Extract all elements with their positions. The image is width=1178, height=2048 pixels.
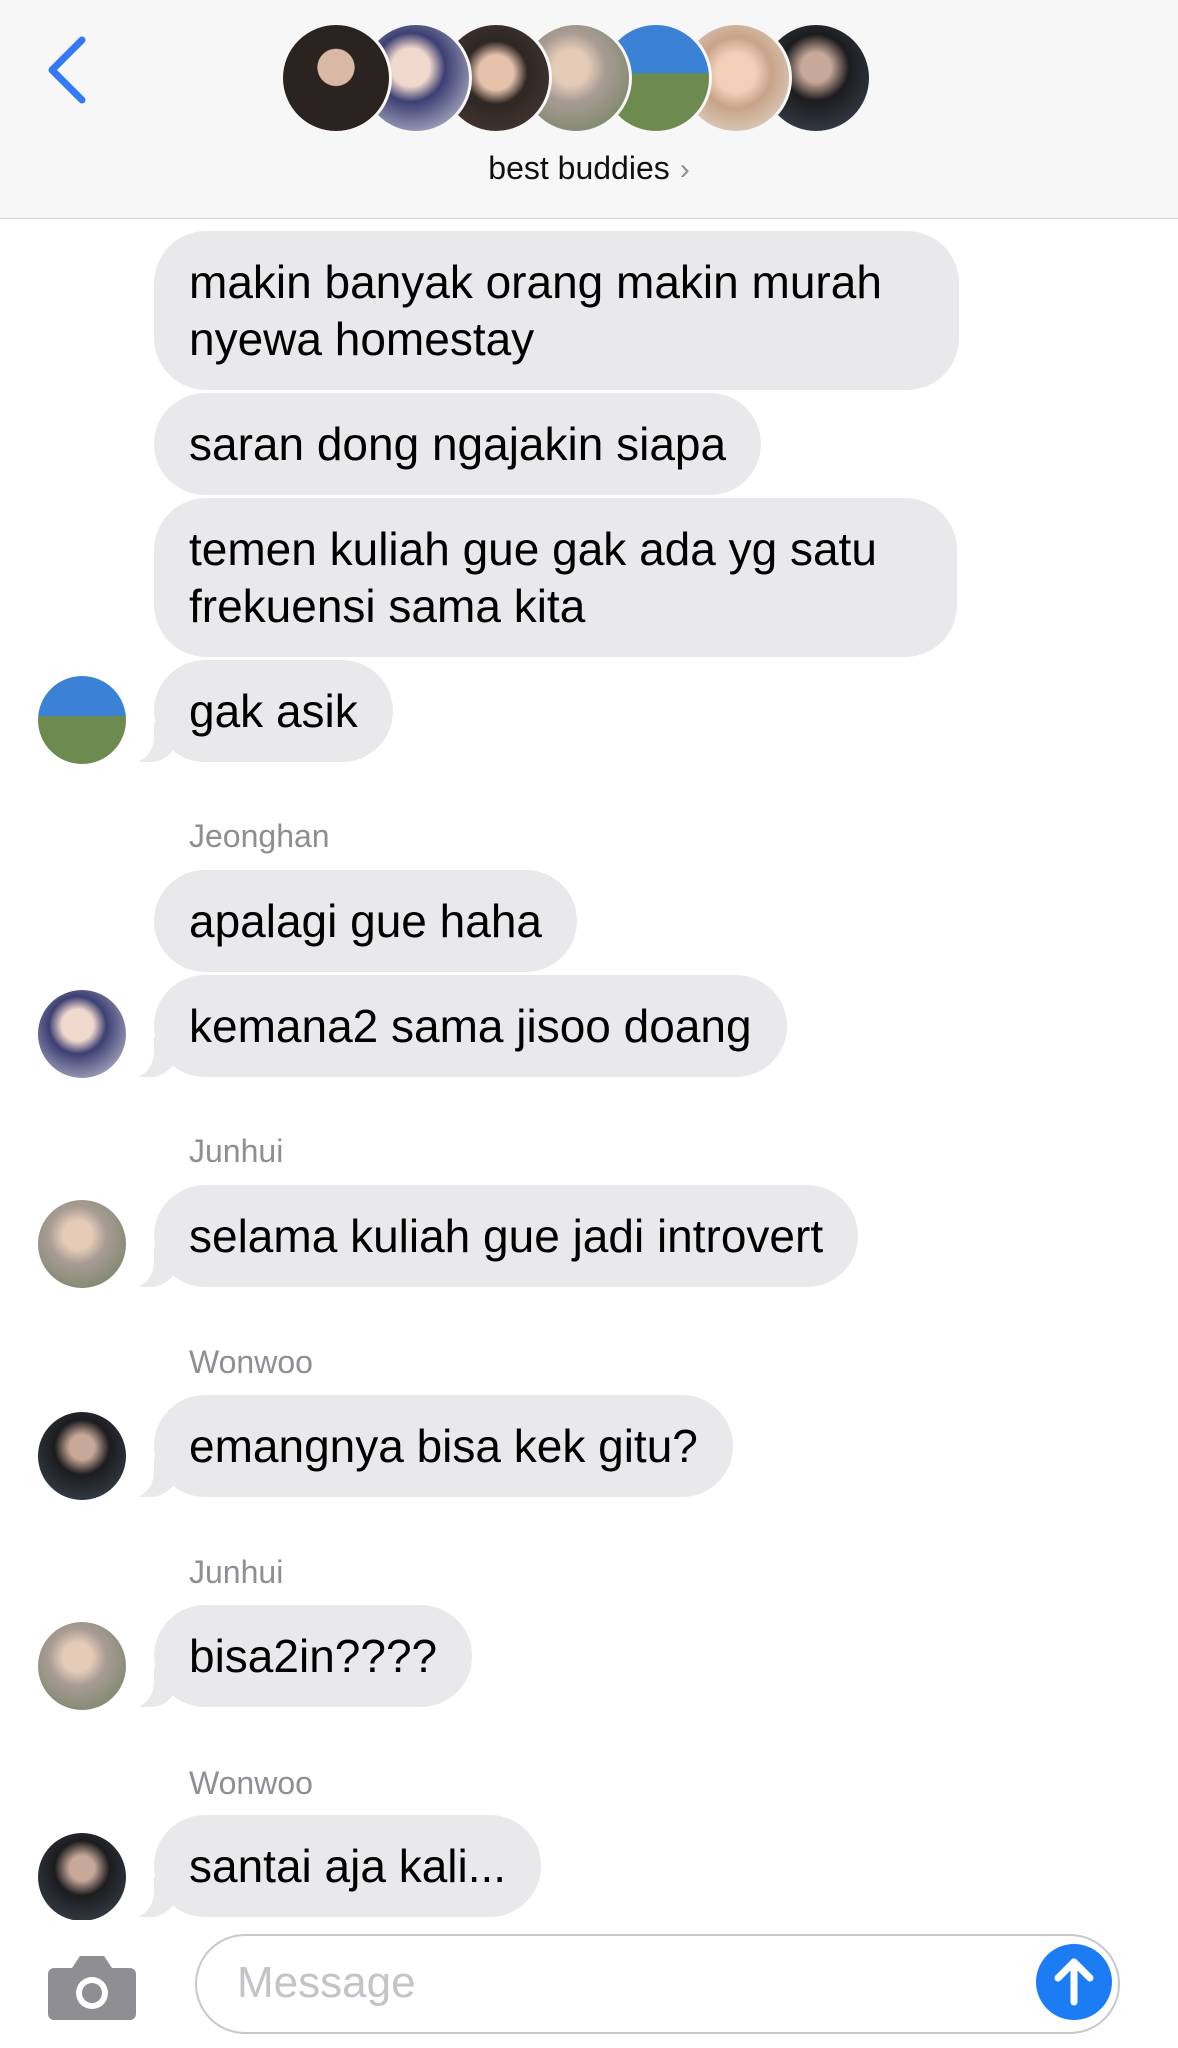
message-input[interactable]: Message [195,1934,1120,2034]
message-text: bisa2in???? [189,1630,438,1682]
avatar [38,676,126,764]
message-bubble[interactable]: selama kuliah gue jadi introvert [125,1185,859,1287]
message-text: temen kuliah gue gak ada yg satu frekuen… [189,523,877,632]
message-bubble[interactable]: emangnya bisa kek gitu? [126,1395,733,1497]
message-text: selama kuliah gue jadi introvert [189,1210,824,1262]
message-bubble[interactable]: makin banyak orang makin murah nyewa hom… [154,231,959,390]
message-text: emangnya bisa kek gitu? [189,1420,698,1472]
sender-name: Junhui [189,1133,284,1169]
avatar [38,1622,126,1710]
avatar [38,1412,126,1500]
camera-icon[interactable] [46,1950,138,2022]
group-title[interactable]: best buddies › [0,150,1178,187]
chevron-left-icon[interactable] [40,30,100,110]
message-placeholder: Message [237,1958,416,2007]
arrow-up-icon [1054,1958,1094,2006]
message-text: gak asik [189,685,358,737]
message-bubble[interactable]: bisa2in???? [125,1605,473,1707]
message-text: santai aja kali... [189,1840,507,1892]
sender-name: Jeonghan [189,818,330,854]
message-bubble[interactable]: temen kuliah gue gak ada yg satu frekuen… [154,498,957,657]
message-text: saran dong ngajakin siapa [189,418,727,470]
group-name: best buddies [488,150,670,186]
message-text: makin banyak orang makin murah nyewa hom… [189,256,882,365]
message-bubble[interactable]: kemana2 sama jisoo doang [126,975,787,1077]
avatar [38,1833,126,1921]
message-text: kemana2 sama jisoo doang [189,1000,752,1052]
sender-name: Wonwoo [189,1765,313,1801]
message-bubble[interactable]: saran dong ngajakin siapa [154,393,762,495]
message-bubble[interactable]: santai aja kali... [125,1815,542,1917]
conversation-header: best buddies › [0,0,1178,219]
chevron-right-icon: › [679,153,690,186]
message-text: apalagi gue haha [189,895,542,947]
send-button[interactable] [1036,1944,1112,2020]
sender-name: Wonwoo [189,1344,313,1380]
avatar [38,990,126,1078]
member-avatar [280,22,392,134]
message-bubble[interactable]: gak asik [126,660,393,762]
sender-name: Junhui [189,1554,284,1590]
avatar [38,1200,126,1288]
message-bubble[interactable]: apalagi gue haha [154,870,577,972]
